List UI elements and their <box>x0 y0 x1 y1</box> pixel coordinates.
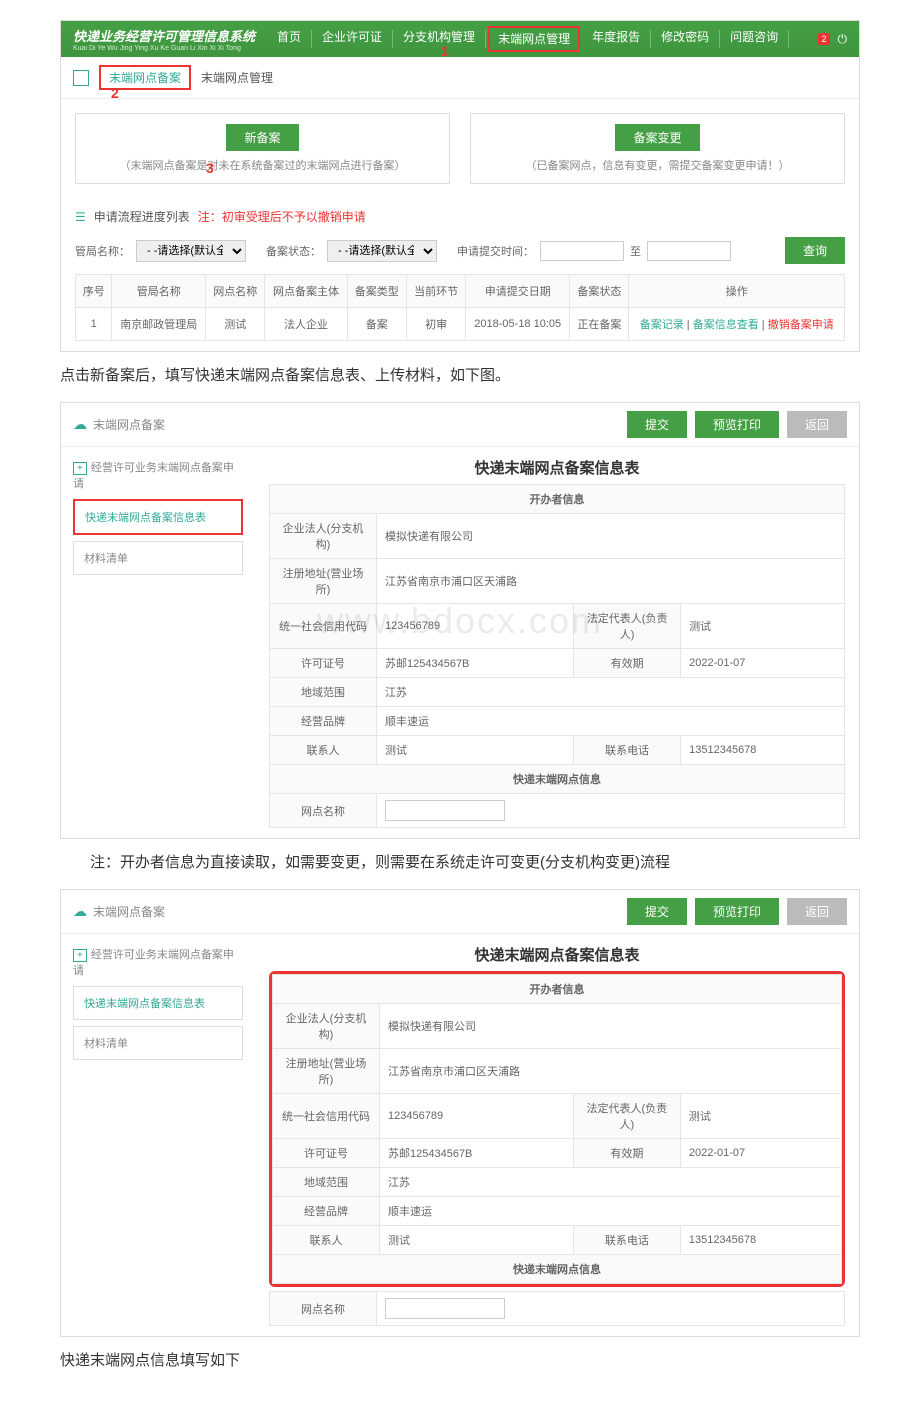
breadcrumb: 末端网点备案 末端网点管理 <box>61 57 859 99</box>
link-view[interactable]: 备案信息查看 <box>693 319 759 331</box>
info-table: 开办者信息 企业法人(分支机构)模拟快递有限公司 注册地址(营业场所)江苏省南京… <box>269 484 845 828</box>
side-tab-form[interactable]: 快递末端网点备案信息表 <box>73 986 243 1020</box>
nav-faq[interactable]: 问题咨询 <box>720 30 789 48</box>
side-tab-materials[interactable]: 材料清单 <box>73 541 243 575</box>
highlight-ring: 开办者信息 企业法人(分支机构)模拟快递有限公司 注册地址(营业场所)江苏省南京… <box>269 971 845 1287</box>
search-button[interactable]: 查询 <box>785 237 845 264</box>
side-tab-materials[interactable]: 材料清单 <box>73 1026 243 1060</box>
submit-button[interactable]: 提交 <box>627 898 687 925</box>
info-table-2b: 网点名称 <box>269 1291 845 1326</box>
filter-bar: 管局名称： - -请选择(默认全部)- - 备案状态： - -请选择(默认全部)… <box>75 237 845 264</box>
power-icon[interactable]: ⏻ <box>838 32 848 47</box>
date-to[interactable] <box>647 241 731 261</box>
para-1: 点击新备案后，填写快递末端网点备案信息表、上传材料，如下图。 <box>60 364 860 388</box>
new-filing-box: 新备案 （末端网点备案是对未在系统备案过的末端网点进行备案） 3 <box>75 113 450 184</box>
plus-icon[interactable]: + <box>73 949 87 962</box>
site-name-input[interactable] <box>385 800 505 821</box>
status-select[interactable]: - -请选择(默认全部)- - <box>327 240 437 262</box>
logo: 快递业务经营许可管理信息系统 Kuai Di Ye Wu Jing Ying X… <box>61 26 267 52</box>
annot-3: 3 <box>206 160 214 176</box>
print-button[interactable]: 预览打印 <box>695 411 779 438</box>
sidebar: +经营许可业务末端网点备案申请 快递末端网点备案信息表 材料清单 <box>61 934 255 1336</box>
grid-icon <box>73 70 89 86</box>
change-filing-note: （已备案网点，信息有变更，需提交备案变更申请！） <box>485 157 830 173</box>
cloud-icon: ☁ <box>73 416 87 433</box>
para-3: 快递末端网点信息填写如下 <box>60 1349 860 1373</box>
notif-badge[interactable]: 2 <box>818 33 829 45</box>
crumb-b[interactable]: 末端网点管理 <box>201 69 273 86</box>
top-nav: 快递业务经营许可管理信息系统 Kuai Di Ye Wu Jing Ying X… <box>61 21 859 57</box>
site-name-input[interactable] <box>385 1298 505 1319</box>
form-title: 快递末端网点备案信息表 <box>269 457 845 478</box>
result-table: 序号管局名称网点名称网点备案主体备案类型当前环节申请提交日期备案状态操作 1南京… <box>75 274 845 341</box>
list-header: ☰ 申请流程进度列表 注：初审受理后不予以撤销申请 <box>75 208 845 225</box>
bureau-select[interactable]: - -请选择(默认全部)- - <box>136 240 246 262</box>
link-cancel[interactable]: 撤销备案申请 <box>768 319 834 331</box>
change-filing-button[interactable]: 备案变更 <box>615 124 699 151</box>
nav-report[interactable]: 年度报告 <box>582 30 651 48</box>
form-header: ☁ 末端网点备案 提交 预览打印 返回 <box>61 403 859 447</box>
nav-terminal[interactable]: 末端网点管理 <box>488 26 580 52</box>
annot-2: 2 <box>111 85 119 101</box>
nav-items: 首页 企业许可证 分支机构管理 末端网点管理 年度报告 修改密码 问题咨询 <box>267 30 806 48</box>
nav-home[interactable]: 首页 <box>267 30 312 48</box>
form-header-2: ☁ 末端网点备案 提交 预览打印 返回 <box>61 890 859 934</box>
list-icon: ☰ <box>75 210 86 224</box>
cloud-icon: ☁ <box>73 903 87 920</box>
form-title: 快递末端网点备案信息表 <box>269 944 845 965</box>
change-filing-box: 备案变更 （已备案网点，信息有变更，需提交备案变更申请！） <box>470 113 845 184</box>
sidebar: +经营许可业务末端网点备案申请 快递末端网点备案信息表 材料清单 <box>61 447 255 838</box>
date-from[interactable] <box>540 241 624 261</box>
para-2: 注：开办者信息为直接读取，如需要变更，则需要在系统走许可变更(分支机构变更)流程 <box>60 851 860 875</box>
plus-icon[interactable]: + <box>73 462 87 475</box>
back-button[interactable]: 返回 <box>787 898 847 925</box>
side-tab-form[interactable]: 快递末端网点备案信息表 <box>73 499 243 535</box>
nav-pwd[interactable]: 修改密码 <box>651 30 720 48</box>
nav-branch[interactable]: 分支机构管理 <box>393 30 486 48</box>
back-button[interactable]: 返回 <box>787 411 847 438</box>
submit-button[interactable]: 提交 <box>627 411 687 438</box>
new-filing-button[interactable]: 新备案 <box>226 124 298 151</box>
annot-1: 1 <box>441 43 449 59</box>
new-filing-note: （末端网点备案是对未在系统备案过的末端网点进行备案） <box>90 157 435 173</box>
link-record[interactable]: 备案记录 <box>640 319 684 331</box>
info-table-2: 开办者信息 企业法人(分支机构)模拟快递有限公司 注册地址(营业场所)江苏省南京… <box>272 974 842 1284</box>
table-row: 1南京邮政管理局测试法人企业备案初审2018-05-18 10:05正在备案 备… <box>76 308 845 341</box>
nav-cert[interactable]: 企业许可证 <box>312 30 393 48</box>
print-button[interactable]: 预览打印 <box>695 898 779 925</box>
